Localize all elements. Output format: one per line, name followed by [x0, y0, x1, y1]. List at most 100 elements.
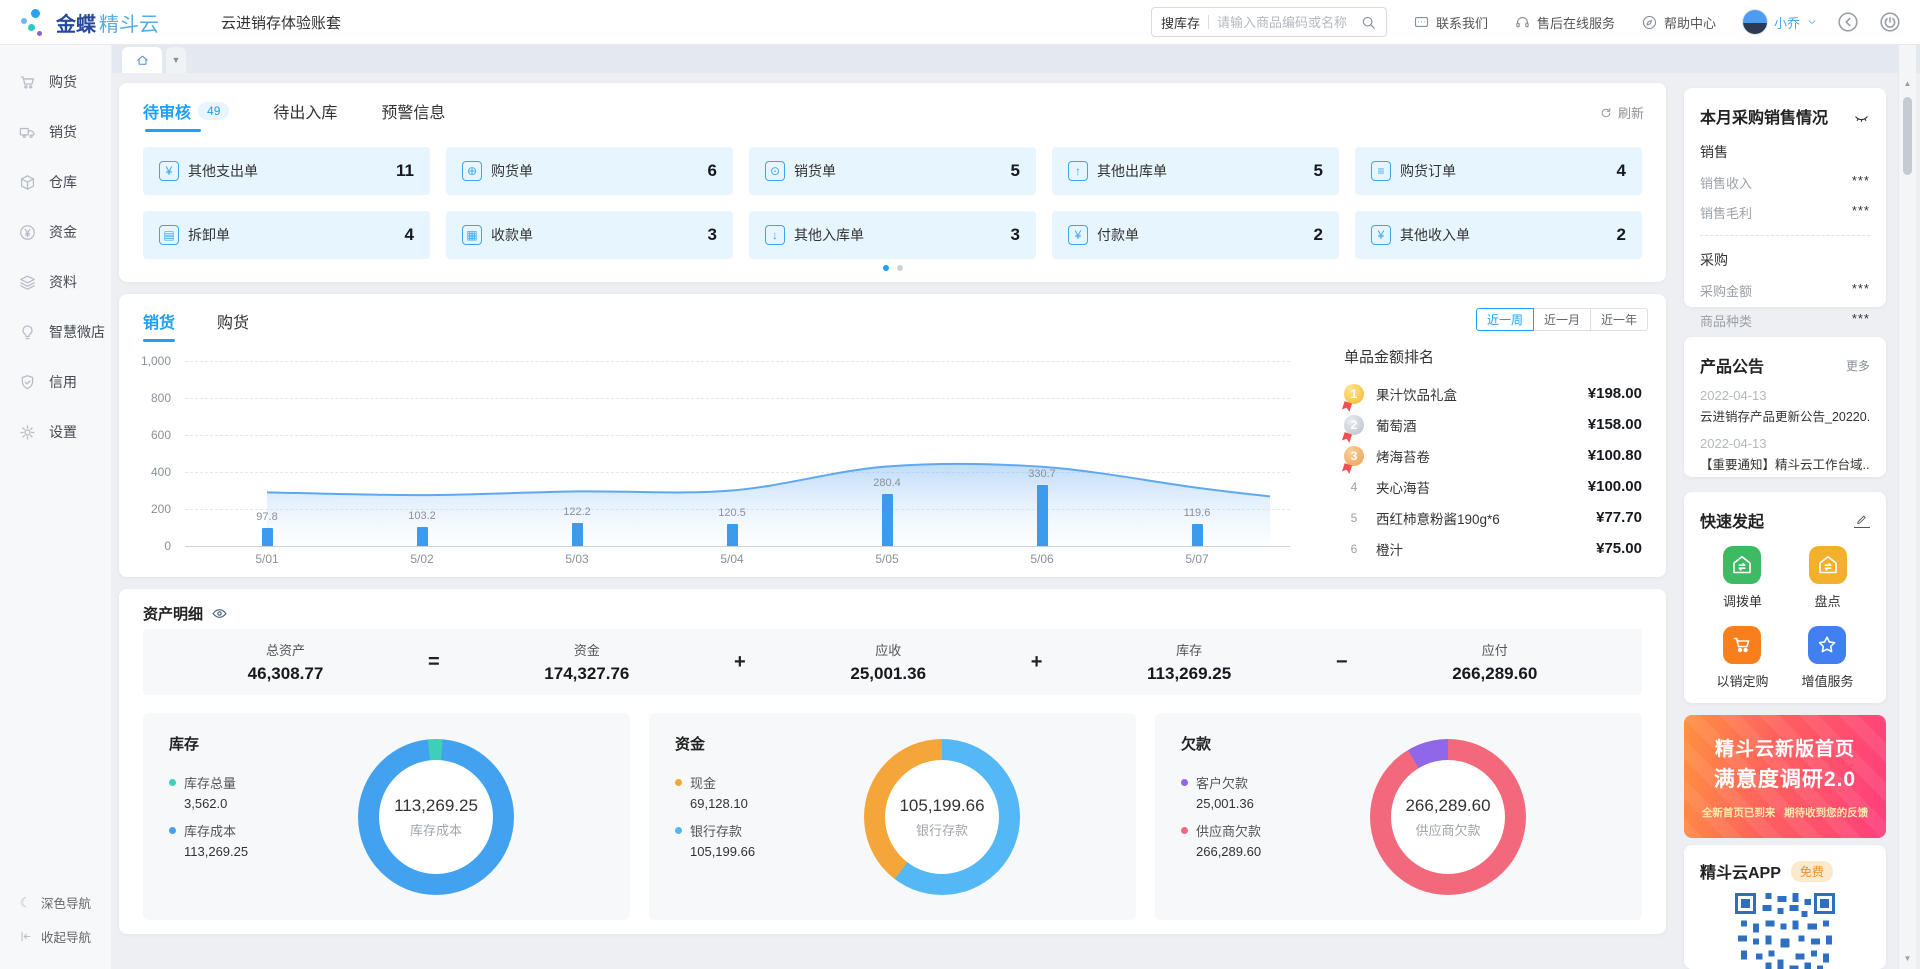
topbar-link[interactable]: 帮助中心: [1641, 13, 1716, 32]
sidebar-footer-toggle[interactable]: 收起导航: [0, 919, 111, 953]
sidebar-item[interactable]: 资金: [0, 207, 111, 257]
announcement-item[interactable]: 2022-04-13 云进销存产品更新公告_20220...: [1700, 388, 1870, 425]
scrollbar-up-arrow[interactable]: ▲: [1899, 79, 1916, 88]
todo-card[interactable]: ¥ 其他收入单 2: [1355, 211, 1642, 259]
scrollbar-thumb[interactable]: [1903, 97, 1912, 175]
todo-card-count: 6: [708, 161, 717, 181]
ranking-item[interactable]: 6 橙汁 ¥75.00: [1344, 536, 1642, 561]
search-input[interactable]: [1217, 15, 1360, 30]
brand-name[interactable]: 金蝶精斗云: [56, 8, 159, 37]
todo-card[interactable]: ▤ 拆卸单 4: [143, 211, 430, 259]
tab-pending-inout[interactable]: 待出入库: [273, 99, 337, 132]
ranking-item[interactable]: 4 夹心海苔 ¥100.00: [1344, 474, 1642, 499]
quick-launch-item[interactable]: 盘点: [1809, 546, 1847, 610]
quick-launch-item[interactable]: 以销定购: [1716, 626, 1768, 690]
eye-closed-icon[interactable]: [1853, 108, 1870, 125]
ranking-item[interactable]: 5 西红柿意粉酱190g*6 ¥77.70: [1344, 505, 1642, 530]
search-category[interactable]: 搜库存: [1161, 13, 1200, 32]
todo-card[interactable]: ≡ 购货订单 4: [1355, 147, 1642, 195]
todo-card[interactable]: ↓ 其他入库单 3: [749, 211, 1036, 259]
sidebar-item[interactable]: 资料: [0, 257, 111, 307]
sidebar-item[interactable]: 购货: [0, 57, 111, 107]
app-title: 精斗云APP: [1700, 859, 1781, 883]
ms-value: ***: [1852, 281, 1870, 300]
filter-week[interactable]: 近一周: [1476, 308, 1534, 331]
legend-value: 266,289.60: [1196, 844, 1261, 859]
filter-month[interactable]: 近一月: [1533, 308, 1591, 331]
donut-chart: 105,199.66 银行存款: [864, 739, 1020, 895]
todo-card[interactable]: ▦ 收款单 3: [446, 211, 733, 259]
sidebar-item-label: 仓库: [49, 172, 77, 192]
todo-card[interactable]: ⊙ 销货单 5: [749, 147, 1036, 195]
ms-label: 商品种类: [1700, 311, 1752, 330]
page-dot-1[interactable]: [883, 265, 889, 271]
quick-launch-item[interactable]: 调拨单: [1723, 546, 1762, 610]
topbar-link-icon: [1413, 14, 1430, 31]
todo-card-count: 4: [1617, 161, 1626, 181]
eye-icon[interactable]: [211, 605, 228, 622]
sidebar-item[interactable]: 智慧微店: [0, 307, 111, 357]
sidebar-nav: 购货 销货 仓库 资金 资料 智慧微店: [0, 45, 111, 457]
ranking-item[interactable]: 1 果汁饮品礼盒 ¥198.00: [1344, 381, 1642, 406]
tab-purchase[interactable]: 购货: [217, 309, 249, 342]
bar: [1192, 524, 1203, 546]
brand-logo-icon[interactable]: [18, 7, 48, 37]
search-icon[interactable]: [1360, 14, 1377, 31]
edit-pencil-icon[interactable]: [1854, 512, 1870, 528]
survey-banner[interactable]: 精斗云新版首页 满意度调研2.0 全新首页已到来 期待收到您的反馈: [1684, 715, 1886, 838]
more-link[interactable]: 更多: [1846, 357, 1870, 374]
account-title: 云进销存体验账套: [221, 12, 341, 33]
todo-card[interactable]: ⊕ 购货单 6: [446, 147, 733, 195]
sidebar-item[interactable]: 销货: [0, 107, 111, 157]
formula-payable: 应付 266,289.60: [1452, 640, 1537, 684]
section-sales: 销售: [1700, 142, 1870, 162]
user-menu[interactable]: 小乔: [1742, 9, 1818, 35]
pending-count-badge: 49: [198, 102, 229, 120]
page-scrollbar[interactable]: ▲ ▼: [1898, 45, 1916, 969]
announcement-item[interactable]: 2022-04-13 【重要通知】精斗云工作台域...: [1700, 436, 1870, 473]
donut-center: 105,199.66 银行存款: [864, 739, 1020, 895]
topbar-link[interactable]: 联系我们: [1413, 13, 1488, 32]
filter-year[interactable]: 近一年: [1590, 308, 1648, 331]
formula-label: 库存: [1147, 640, 1231, 659]
sidebar-item[interactable]: 信用: [0, 357, 111, 407]
todo-card-label: 购货订单: [1400, 161, 1456, 181]
todo-card[interactable]: ¥ 其他支出单 11: [143, 147, 430, 195]
brand-bold: 金蝶: [56, 14, 96, 36]
x-axis-labels: 5/015/025/035/045/055/065/07: [185, 552, 1290, 568]
inventory-search[interactable]: 搜库存: [1151, 7, 1387, 37]
sidebar-footer-icon: [18, 929, 33, 944]
scrollbar-down-arrow[interactable]: ▼: [1899, 954, 1916, 963]
sidebar-footer-toggle[interactable]: ☾ 深色导航: [0, 885, 111, 919]
quick-launch-icon: [1723, 626, 1761, 664]
back-icon[interactable]: [1836, 10, 1860, 34]
tab-sales[interactable]: 销货: [143, 309, 175, 342]
legend-dot: [169, 779, 176, 786]
tab-pending-approval[interactable]: 待审核 49: [143, 99, 229, 132]
todo-card-icon: ⊙: [765, 161, 785, 181]
legend-dot: [675, 779, 682, 786]
tab-alerts[interactable]: 预警信息: [381, 99, 445, 132]
home-tab[interactable]: [122, 47, 162, 73]
asset-cards: 库存 库存总量 3,562.0 库存成本 113,269.25 113,269.…: [143, 713, 1642, 920]
todo-card-label: 其他收入单: [1400, 225, 1470, 245]
sidebar-item[interactable]: 仓库: [0, 157, 111, 207]
power-icon[interactable]: [1878, 10, 1902, 34]
ranking-item[interactable]: 3 烤海苔卷 ¥100.80: [1344, 443, 1642, 468]
quick-launch-item[interactable]: 增值服务: [1801, 626, 1853, 690]
formula-label: 应付: [1452, 640, 1537, 659]
product-amount: ¥77.70: [1596, 509, 1642, 526]
announcement-text: 云进销存产品更新公告_20220...: [1700, 406, 1870, 425]
todo-card[interactable]: ↑ 其他出库单 5: [1052, 147, 1339, 195]
sidebar-item[interactable]: 设置: [0, 407, 111, 457]
ranking-item[interactable]: 2 葡萄酒 ¥158.00: [1344, 412, 1642, 437]
bar: [572, 523, 583, 546]
todo-card-icon: ¥: [1371, 225, 1391, 245]
refresh-button[interactable]: 刷新: [1599, 103, 1644, 122]
tab-dropdown-caret[interactable]: ▼: [166, 47, 186, 73]
page-dot-2[interactable]: [897, 265, 903, 271]
todo-card[interactable]: ¥ 付款单 2: [1052, 211, 1339, 259]
pagination-dots: [119, 265, 1666, 271]
topbar-link[interactable]: 售后在线服务: [1514, 13, 1615, 32]
avatar: [1742, 9, 1768, 35]
